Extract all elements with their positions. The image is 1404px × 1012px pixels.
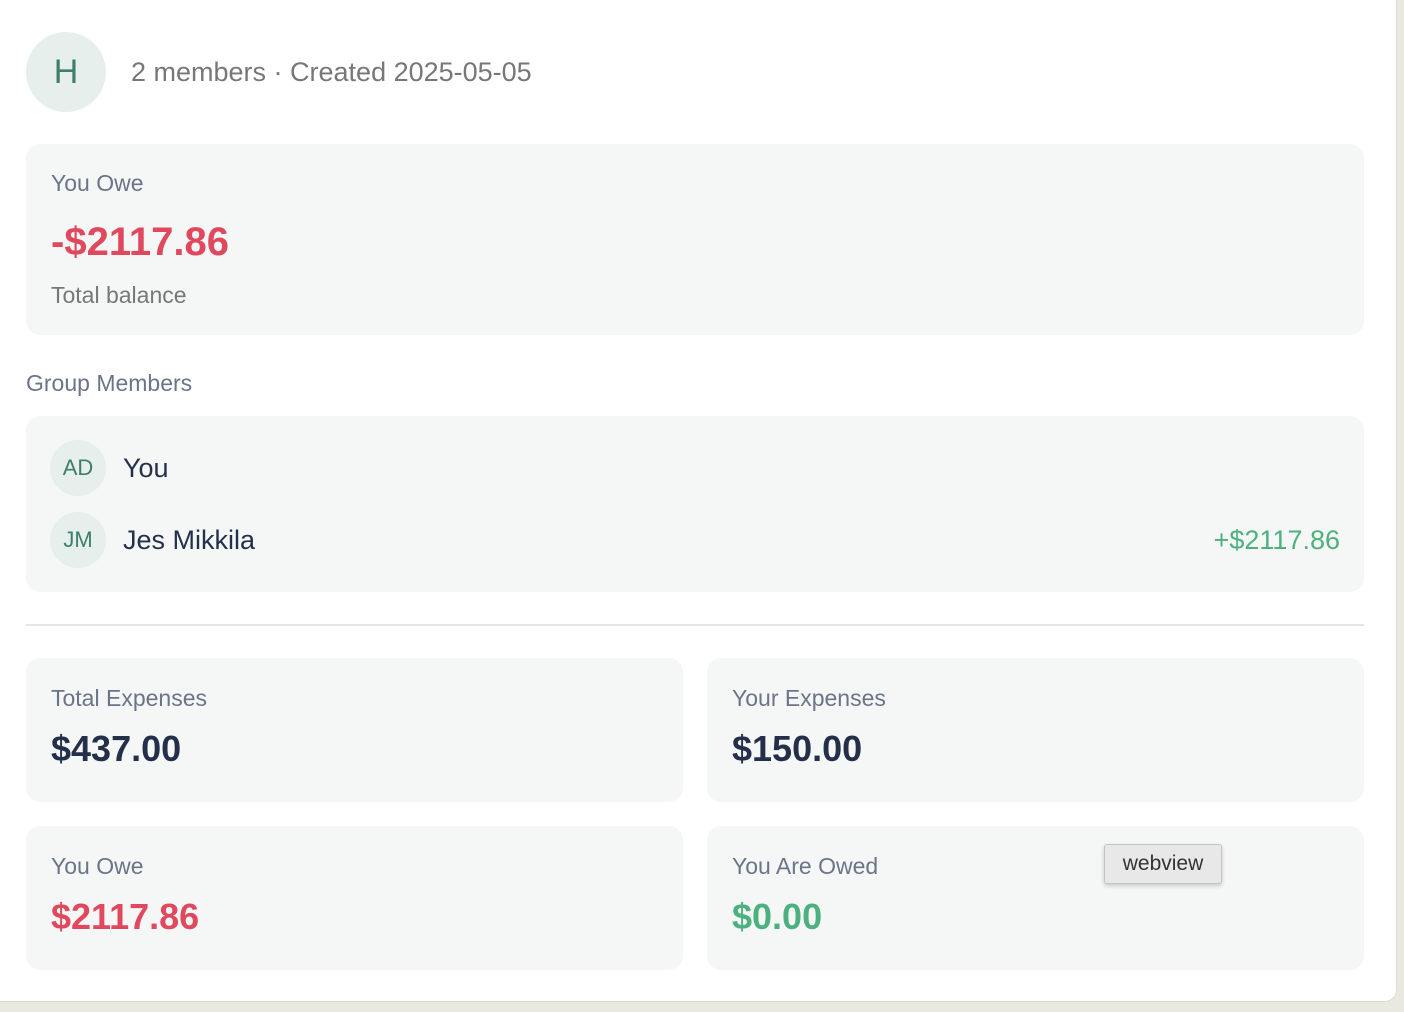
member-name: You: [123, 452, 169, 483]
you-owe-card: You Owe $2117.86: [26, 826, 683, 970]
group-members-card: AD You JM Jes Mikkila +$2117.86: [26, 416, 1364, 592]
member-row[interactable]: AD You: [50, 440, 1340, 496]
webview-tooltip: webview: [1104, 844, 1222, 884]
you-are-owed-value: $0.00: [732, 896, 823, 937]
total-expenses-value: $437.00: [51, 728, 182, 769]
group-members-title: Group Members: [26, 370, 193, 396]
balance-amount: -$2117.86: [51, 220, 229, 264]
member-balance: +$2117.86: [1213, 524, 1340, 555]
total-balance-card: You Owe -$2117.86 Total balance: [26, 144, 1364, 335]
group-avatar: H: [26, 32, 106, 112]
you-owe-value: $2117.86: [51, 896, 200, 937]
you-owe-label: You Owe: [51, 853, 144, 879]
total-expenses-card: Total Expenses $437.00: [26, 658, 683, 802]
balance-sublabel: Total balance: [51, 282, 187, 308]
section-divider: [26, 624, 1364, 626]
group-header: H 2 members · Created 2025-05-05: [26, 32, 532, 112]
you-are-owed-label: You Are Owed: [732, 853, 879, 879]
member-row[interactable]: JM Jes Mikkila +$2117.86: [50, 512, 1340, 568]
your-expenses-card: Your Expenses $150.00: [707, 658, 1364, 802]
group-meta: 2 members · Created 2025-05-05: [131, 56, 532, 87]
balance-label: You Owe: [51, 170, 144, 196]
member-name: Jes Mikkila: [123, 524, 256, 555]
your-expenses-label: Your Expenses: [732, 685, 886, 711]
avatar: JM: [50, 512, 106, 568]
total-expenses-label: Total Expenses: [51, 685, 207, 711]
you-are-owed-card: You Are Owed $0.00: [707, 826, 1364, 970]
avatar: AD: [50, 440, 106, 496]
your-expenses-value: $150.00: [732, 728, 863, 769]
